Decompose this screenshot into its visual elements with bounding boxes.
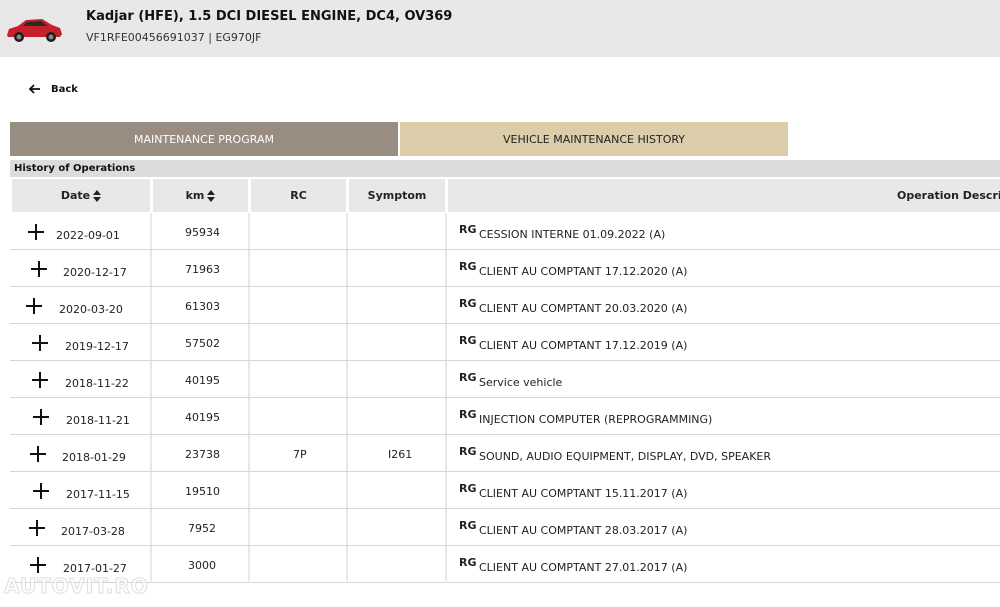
row-operation: INJECTION COMPUTER (REPROGRAMMING) bbox=[479, 413, 713, 426]
table-row: 2020-03-20 61303 RG CLIENT AU COMPTANT 2… bbox=[10, 287, 1000, 324]
column-header-km-label: km bbox=[185, 189, 205, 202]
plus-icon[interactable] bbox=[30, 446, 46, 462]
row-operation: CESSION INTERNE 01.09.2022 (A) bbox=[479, 228, 666, 241]
row-km: 19510 bbox=[185, 485, 220, 498]
back-label: Back bbox=[51, 83, 78, 95]
section-title: History of Operations bbox=[10, 160, 1000, 177]
plus-icon[interactable] bbox=[28, 224, 44, 240]
rg-badge: RG bbox=[459, 334, 477, 347]
column-header-rc-label: RC bbox=[290, 189, 307, 202]
plus-icon[interactable] bbox=[31, 261, 47, 277]
row-symptom: I261 bbox=[388, 448, 413, 461]
rg-badge: RG bbox=[459, 445, 477, 458]
row-km: 23738 bbox=[185, 448, 220, 461]
rg-badge: RG bbox=[459, 297, 477, 310]
row-km: 3000 bbox=[188, 559, 216, 572]
row-date: 2020-03-20 bbox=[59, 303, 123, 316]
row-km: 40195 bbox=[185, 411, 220, 424]
rg-badge: RG bbox=[459, 260, 477, 273]
column-header-symptom-label: Symptom bbox=[367, 189, 427, 202]
row-date: 2018-01-29 bbox=[62, 451, 126, 464]
column-header-description-label: Operation Descripti bbox=[897, 189, 1000, 202]
vehicle-title: Kadjar (HFE), 1.5 DCI DIESEL ENGINE, DC4… bbox=[86, 9, 453, 24]
row-km: 7952 bbox=[188, 522, 216, 535]
tab-maintenance-program[interactable]: MAINTENANCE PROGRAM bbox=[10, 122, 398, 156]
rg-badge: RG bbox=[459, 556, 477, 569]
row-date: 2017-03-28 bbox=[61, 525, 125, 538]
plus-icon[interactable] bbox=[29, 520, 45, 536]
rg-badge: RG bbox=[459, 519, 477, 532]
row-date: 2020-12-17 bbox=[63, 266, 127, 279]
row-rc: 7P bbox=[293, 448, 307, 461]
table-row: 2020-12-17 71963 RG CLIENT AU COMPTANT 1… bbox=[10, 250, 1000, 287]
row-date: 2019-12-17 bbox=[65, 340, 129, 353]
rg-badge: RG bbox=[459, 223, 477, 236]
row-operation: Service vehicle bbox=[479, 376, 563, 389]
table-row: 2017-03-28 7952 RG CLIENT AU COMPTANT 28… bbox=[10, 509, 1000, 546]
row-operation: CLIENT AU COMPTANT 17.12.2019 (A) bbox=[479, 339, 688, 352]
rg-badge: RG bbox=[459, 371, 477, 384]
row-operation: CLIENT AU COMPTANT 17.12.2020 (A) bbox=[479, 265, 688, 278]
vehicle-vin-plate: VF1RFE00456691037 | EG970JF bbox=[86, 31, 262, 44]
column-header-symptom: Symptom bbox=[349, 179, 445, 212]
row-date: 2017-11-15 bbox=[66, 488, 130, 501]
row-operation: CLIENT AU COMPTANT 28.03.2017 (A) bbox=[479, 524, 688, 537]
car-icon bbox=[7, 19, 62, 42]
table-row: 2022-09-01 95934 RG CESSION INTERNE 01.0… bbox=[10, 213, 1000, 250]
table-row: 2018-11-21 40195 RG INJECTION COMPUTER (… bbox=[10, 398, 1000, 435]
plus-icon[interactable] bbox=[26, 298, 42, 314]
row-operation: CLIENT AU COMPTANT 20.03.2020 (A) bbox=[479, 302, 688, 315]
row-date: 2018-11-22 bbox=[65, 377, 129, 390]
plus-icon[interactable] bbox=[33, 409, 49, 425]
sort-icon bbox=[93, 189, 102, 202]
column-header-rc: RC bbox=[251, 179, 346, 212]
plus-icon[interactable] bbox=[30, 557, 46, 573]
table-row: 2019-12-17 57502 RG CLIENT AU COMPTANT 1… bbox=[10, 324, 1000, 361]
row-km: 95934 bbox=[185, 226, 220, 239]
row-km: 71963 bbox=[185, 263, 220, 276]
sort-icon bbox=[207, 189, 216, 202]
column-header-description: Operation Descripti bbox=[448, 179, 1000, 212]
table-row: 2018-11-22 40195 RG Service vehicle bbox=[10, 361, 1000, 398]
arrow-left-icon bbox=[28, 84, 40, 94]
row-date: 2018-11-21 bbox=[66, 414, 130, 427]
row-km: 61303 bbox=[185, 300, 220, 313]
column-header-date[interactable]: Date bbox=[12, 179, 150, 212]
rg-badge: RG bbox=[459, 408, 477, 421]
table-row: 2018-01-29 23738 7P I261 RG SOUND, AUDIO… bbox=[10, 435, 1000, 472]
plus-icon[interactable] bbox=[32, 335, 48, 351]
vehicle-header: Kadjar (HFE), 1.5 DCI DIESEL ENGINE, DC4… bbox=[0, 0, 1000, 57]
table-row: 2017-01-27 3000 RG CLIENT AU COMPTANT 27… bbox=[10, 546, 1000, 583]
rg-badge: RG bbox=[459, 482, 477, 495]
table-row: 2017-11-15 19510 RG CLIENT AU COMPTANT 1… bbox=[10, 472, 1000, 509]
row-operation: CLIENT AU COMPTANT 15.11.2017 (A) bbox=[479, 487, 688, 500]
watermark: AUTOVIT.RO bbox=[4, 574, 149, 599]
row-date: 2022-09-01 bbox=[56, 229, 120, 242]
row-km: 57502 bbox=[185, 337, 220, 350]
plus-icon[interactable] bbox=[33, 483, 49, 499]
back-button[interactable]: Back bbox=[28, 82, 78, 96]
column-header-date-label: Date bbox=[60, 189, 91, 202]
tab-vehicle-maintenance-history[interactable]: VEHICLE MAINTENANCE HISTORY bbox=[400, 122, 788, 156]
plus-icon[interactable] bbox=[32, 372, 48, 388]
row-km: 40195 bbox=[185, 374, 220, 387]
row-operation: CLIENT AU COMPTANT 27.01.2017 (A) bbox=[479, 561, 688, 574]
column-header-km[interactable]: km bbox=[153, 179, 248, 212]
row-operation: SOUND, AUDIO EQUIPMENT, DISPLAY, DVD, SP… bbox=[479, 450, 772, 463]
